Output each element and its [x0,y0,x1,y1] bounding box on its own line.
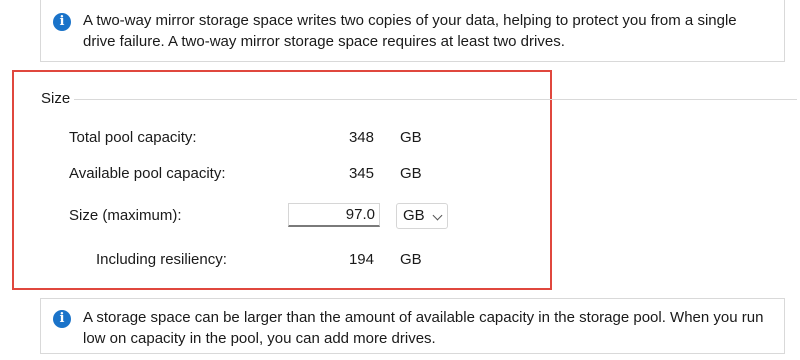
mirror-info-box: i A two-way mirror storage space writes … [40,0,785,62]
storage-space-size-page: i A two-way mirror storage space writes … [0,0,800,360]
mirror-info-text-line1: A two-way mirror storage space writes tw… [83,12,737,29]
capacity-info-text-line1: A storage space can be larger than the a… [83,309,764,326]
including-resiliency-label: Including resiliency: [96,251,227,268]
including-resiliency-unit: GB [400,251,422,268]
available-pool-capacity-value: 345 [348,165,374,182]
total-pool-capacity-label: Total pool capacity: [69,129,197,146]
available-pool-capacity-unit: GB [400,165,422,182]
size-unit-dropdown[interactable]: GB [396,203,448,229]
chevron-down-icon [432,210,443,221]
size-group-title: Size [41,90,75,107]
mirror-info-text-line2: drive failure. A two-way mirror storage … [83,33,565,50]
size-unit-selected: GB [403,207,425,224]
capacity-info-text-line2: low on capacity in the pool, you can add… [83,330,436,347]
total-pool-capacity-value: 348 [348,129,374,146]
capacity-info-box: i A storage space can be larger than the… [40,298,785,354]
size-maximum-input[interactable] [288,203,380,227]
info-icon: i [53,13,71,31]
available-pool-capacity-label: Available pool capacity: [69,165,226,182]
group-divider [72,99,797,100]
size-maximum-label: Size (maximum): [69,207,182,224]
including-resiliency-value: 194 [348,251,374,268]
total-pool-capacity-unit: GB [400,129,422,146]
info-icon: i [53,310,71,328]
